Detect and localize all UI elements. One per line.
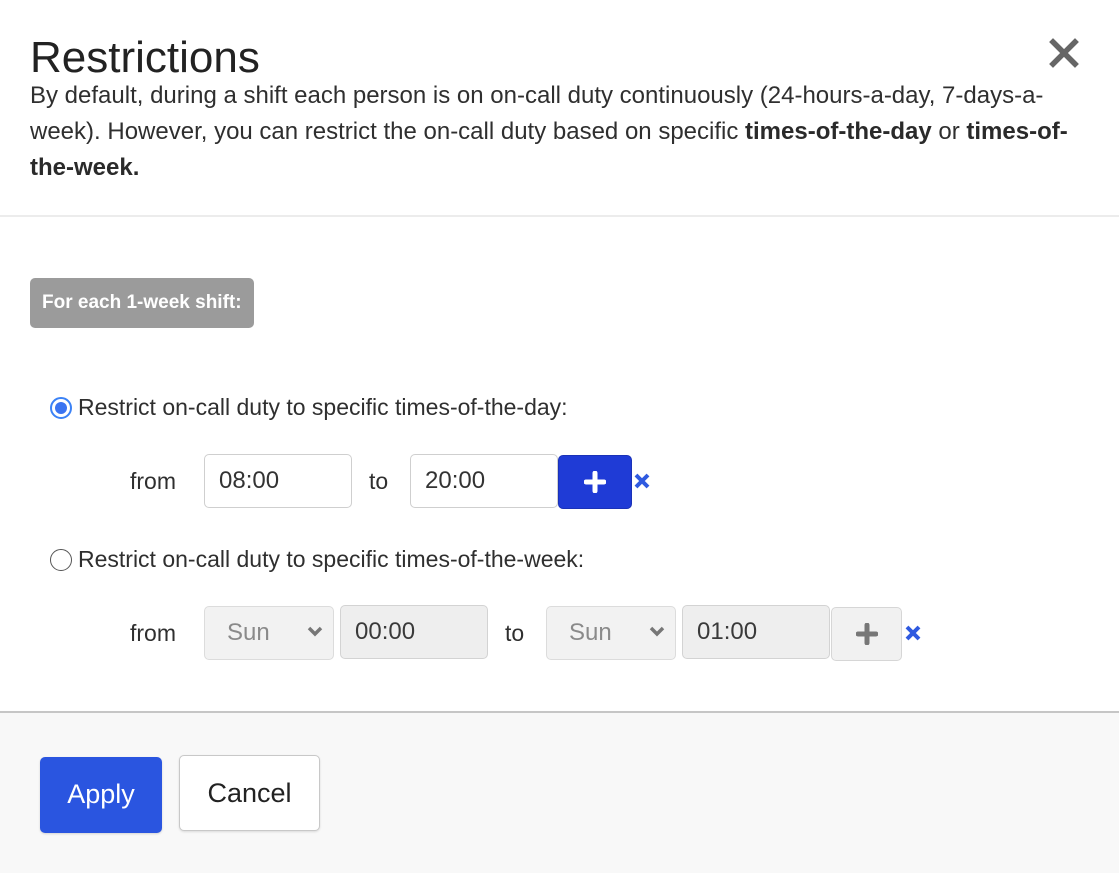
week-from-day-value: Sun [227, 619, 270, 646]
to-label: to [369, 468, 389, 494]
plus-icon [584, 471, 606, 493]
chevron-down-icon [649, 626, 665, 637]
description-bold-day: times-of-the-day [745, 118, 932, 145]
day-to-time-input[interactable]: 20:00 [410, 454, 558, 508]
from-label: from [130, 468, 176, 494]
remove-time-of-day-button[interactable] [633, 472, 651, 490]
description-text-or: or [931, 118, 967, 145]
shift-badge: For each 1-week shift: [30, 278, 254, 328]
week-to-time-input[interactable]: 01:00 [682, 605, 830, 659]
close-icon [634, 473, 650, 489]
dialog-footer: Apply Cancel [0, 711, 1119, 873]
dialog-description: By default, during a shift each person i… [30, 78, 1090, 186]
apply-button[interactable]: Apply [40, 757, 162, 833]
close-icon [1049, 38, 1079, 68]
radio-times-of-week[interactable]: Restrict on-call duty to specific times-… [50, 546, 584, 573]
add-time-of-day-button[interactable] [558, 455, 632, 509]
week-to-day-select[interactable]: Sun [546, 606, 676, 660]
cancel-button[interactable]: Cancel [179, 755, 320, 831]
radio-label-times-of-day: Restrict on-call duty to specific times-… [78, 394, 568, 420]
day-from-time-input[interactable]: 08:00 [204, 454, 352, 508]
radio-button-unselected[interactable] [50, 548, 72, 571]
radio-times-of-day[interactable]: Restrict on-call duty to specific times-… [50, 394, 568, 421]
week-from-time-input[interactable]: 00:00 [340, 605, 488, 659]
week-from-day-select[interactable]: Sun [204, 606, 334, 660]
from-label: from [130, 620, 176, 646]
radio-button-selected[interactable] [50, 396, 72, 419]
chevron-down-icon [307, 626, 323, 637]
remove-time-of-week-button[interactable] [904, 624, 922, 642]
to-label: to [505, 620, 525, 646]
plus-icon [855, 623, 878, 645]
close-button[interactable] [1047, 36, 1081, 70]
dialog-header: Restrictions By default, during a shift … [0, 0, 1119, 217]
close-icon [905, 625, 921, 641]
radio-label-times-of-week: Restrict on-call duty to specific times-… [78, 546, 585, 572]
week-to-day-value: Sun [569, 619, 612, 646]
add-time-of-week-button[interactable] [831, 607, 902, 661]
